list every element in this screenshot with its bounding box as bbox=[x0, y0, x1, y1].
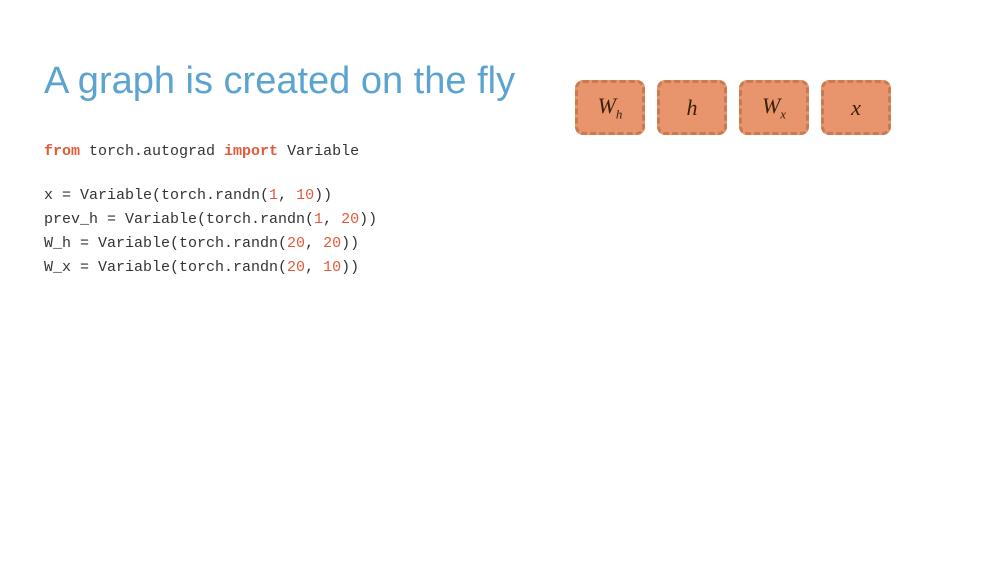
num-7: 20 bbox=[287, 259, 305, 276]
var-label-wx: Wx bbox=[762, 93, 786, 122]
variable-boxes: Wh h Wx x bbox=[575, 80, 891, 135]
code-line-6: W_x = Variable(torch.randn(20, 10)) bbox=[44, 256, 377, 280]
var-box-x: x bbox=[821, 80, 891, 135]
num-4: 20 bbox=[341, 211, 359, 228]
code-line-1: from torch.autograd import Variable bbox=[44, 140, 377, 164]
num-3: 1 bbox=[314, 211, 323, 228]
var-box-wh: Wh bbox=[575, 80, 645, 135]
var-label-h: h bbox=[687, 95, 698, 121]
var-box-wx: Wx bbox=[739, 80, 809, 135]
var-box-h: h bbox=[657, 80, 727, 135]
page: A graph is created on the fly from torch… bbox=[0, 0, 1000, 562]
keyword-import: import bbox=[224, 143, 278, 160]
var-label-wh: Wh bbox=[598, 93, 623, 122]
code-line-5: W_h = Variable(torch.randn(20, 20)) bbox=[44, 232, 377, 256]
num-2: 10 bbox=[296, 187, 314, 204]
keyword-from: from bbox=[44, 143, 80, 160]
num-1: 1 bbox=[269, 187, 278, 204]
code-block: from torch.autograd import Variable x = … bbox=[44, 140, 377, 280]
page-title: A graph is created on the fly bbox=[44, 60, 515, 103]
var-label-x: x bbox=[851, 95, 861, 121]
num-5: 20 bbox=[287, 235, 305, 252]
num-8: 10 bbox=[323, 259, 341, 276]
code-line-3: x = Variable(torch.randn(1, 10)) bbox=[44, 184, 377, 208]
code-spacer bbox=[44, 164, 377, 184]
code-line-4: prev_h = Variable(torch.randn(1, 20)) bbox=[44, 208, 377, 232]
num-6: 20 bbox=[323, 235, 341, 252]
